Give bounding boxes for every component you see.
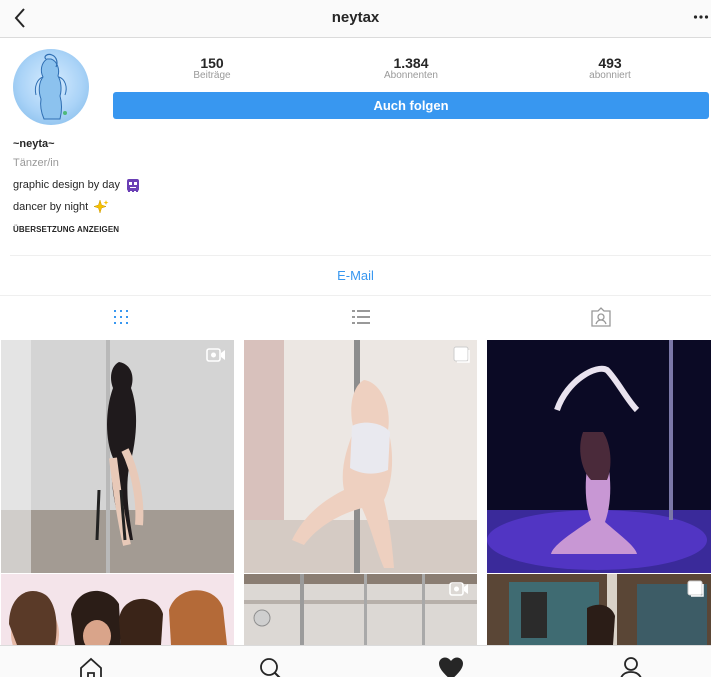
nav-search[interactable] (258, 656, 284, 677)
following-count[interactable]: 493 abonniert (565, 56, 655, 81)
post-image (1, 340, 234, 573)
bio-line-1-text: graphic design by day (13, 178, 121, 191)
post-thumbnail[interactable] (487, 340, 711, 573)
divider (0, 295, 711, 296)
post-image (244, 340, 477, 573)
tab-grid[interactable] (111, 307, 131, 327)
video-icon (449, 582, 468, 596)
alien-monster-emoji-icon (127, 179, 140, 192)
more-dots-icon (693, 15, 709, 19)
following-count-label: abonniert (589, 70, 631, 81)
followers-count-value: 1.384 (393, 55, 429, 71)
tagged-icon (591, 307, 611, 327)
post-thumbnail[interactable] (1, 340, 234, 573)
home-icon (80, 657, 102, 677)
post-thumbnail[interactable] (1, 574, 234, 645)
avatar-illustration (34, 53, 67, 120)
carousel-icon (687, 580, 704, 597)
bio-line: graphic design by day (13, 177, 141, 193)
email-button[interactable]: E-Mail (0, 268, 711, 283)
tab-tagged[interactable] (590, 306, 612, 328)
nav-profile[interactable] (618, 656, 644, 677)
bottom-nav (0, 645, 711, 677)
divider (10, 255, 711, 256)
list-icon (352, 310, 370, 324)
heart-icon (439, 657, 463, 677)
grid-icon (114, 310, 128, 324)
top-bar: neytax (0, 0, 711, 38)
post-image (244, 574, 477, 645)
profile-category: Tänzer/in (13, 157, 59, 169)
post-thumbnail[interactable] (487, 574, 711, 645)
post-image (487, 574, 711, 645)
post-image (487, 340, 711, 573)
avatar[interactable] (13, 49, 89, 125)
bio-line-2-text: dancer by night (13, 200, 89, 213)
posts-count: 150 Beiträge (167, 56, 257, 81)
nav-home[interactable] (78, 656, 104, 677)
sparkles-emoji-icon (93, 199, 109, 214)
bio-line: dancer by night (13, 199, 109, 215)
post-thumbnail[interactable] (244, 574, 477, 645)
post-image (1, 574, 234, 645)
followers-count-label: Abonnenten (384, 70, 438, 81)
followers-count[interactable]: 1.384 Abonnenten (366, 56, 456, 81)
posts-count-value: 150 (200, 55, 224, 71)
posts-count-label: Beiträge (193, 70, 231, 81)
post-thumbnail[interactable] (244, 340, 477, 573)
page-title: neytax (331, 9, 380, 26)
video-icon (206, 348, 225, 362)
more-options-button[interactable] (693, 8, 709, 26)
profile-display-name: ~neyta~ (13, 138, 55, 150)
nav-activity[interactable] (438, 656, 464, 677)
show-translation-link[interactable]: ÜBERSETZUNG ANZEIGEN (13, 225, 119, 234)
follow-button[interactable]: Auch folgen (113, 92, 709, 119)
carousel-icon (453, 346, 470, 363)
tab-list[interactable] (351, 307, 371, 327)
search-icon (260, 658, 281, 677)
following-count-value: 493 (598, 55, 622, 71)
profile-icon (620, 657, 642, 677)
